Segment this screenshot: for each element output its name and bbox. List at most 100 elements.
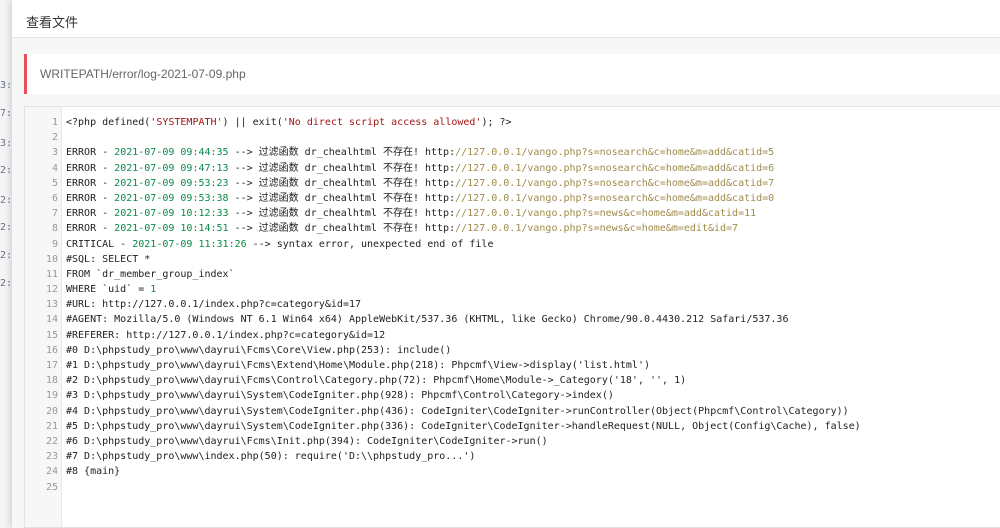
code-line: 13 #URL: http://127.0.0.1/index.php?c=cat… xyxy=(25,297,985,312)
background-fragment: 2: xyxy=(0,250,10,261)
code-text: WHERE `uid` = 1 xyxy=(58,282,156,297)
code-text: #1 D:\phpstudy_pro\www\dayrui\Fcms\Exten… xyxy=(58,358,650,373)
code-token: ERROR - xyxy=(66,147,115,159)
line-number: 24 xyxy=(45,466,58,478)
code-token: WHERE `uid` = xyxy=(66,284,151,296)
code-token: 2021-07-09 11:31:26 xyxy=(132,238,247,250)
code-line: 25 xyxy=(25,480,985,495)
line-number: 13 xyxy=(45,299,58,311)
line-number: 3 xyxy=(51,147,58,159)
code-line: 12 WHERE `uid` = 1 xyxy=(25,282,985,297)
code-token: --> 过滤函数 dr_chealhtml 不存在! http: xyxy=(228,147,456,159)
code-token: --> 过滤函数 dr_chealhtml 不存在! http: xyxy=(228,223,456,235)
code-token: ERROR - xyxy=(66,192,115,204)
background-fragment: 2: xyxy=(0,165,10,176)
line-number: 11 xyxy=(45,268,58,280)
code-line: 10 #SQL: SELECT * xyxy=(25,252,985,267)
code-token: #6 D:\phpstudy_pro\www\dayrui\Fcms\Init.… xyxy=(66,435,548,447)
line-number: 22 xyxy=(45,435,58,447)
code-line: 1 <?php defined('SYSTEMPATH') || exit('No… xyxy=(25,115,985,130)
modal-header: 查看文件 xyxy=(12,0,1000,38)
background-fragment: 3: xyxy=(0,138,10,149)
code-token: ) || exit( xyxy=(222,117,283,128)
code-token: 2021-07-09 10:12:33 xyxy=(114,208,229,220)
line-number: 1 xyxy=(51,117,58,128)
background-fragment: 2: xyxy=(0,195,10,206)
code-line: 2 xyxy=(25,130,985,145)
line-number: 12 xyxy=(45,284,58,296)
code-token: 2021-07-09 09:53:23 xyxy=(114,177,229,189)
code-token: //127.0.0.1/vango.php?s=nosearch&c=home&… xyxy=(455,162,775,174)
code-token: <?php defined( xyxy=(66,117,151,128)
code-line: 11 FROM `dr_member_group_index` xyxy=(25,267,985,282)
code-token: 2021-07-09 09:47:13 xyxy=(114,162,229,174)
code-token: ERROR - xyxy=(66,208,115,220)
code-viewer[interactable]: 1 <?php defined('SYSTEMPATH') || exit('No… xyxy=(24,106,1000,528)
code-text: #AGENT: Mozilla/5.0 (Windows NT 6.1 Win6… xyxy=(58,312,788,327)
line-number: 25 xyxy=(45,481,58,493)
code-text: ERROR - 2021-07-09 09:44:35 --> 过滤函数 dr_… xyxy=(58,145,774,160)
code-text: ERROR - 2021-07-09 09:53:38 --> 过滤函数 dr_… xyxy=(58,191,774,206)
code-token: //127.0.0.1/vango.php?s=nosearch&c=home&… xyxy=(455,147,775,159)
code-token: #0 D:\phpstudy_pro\www\dayrui\Fcms\Core\… xyxy=(66,344,452,356)
code-text: #6 D:\phpstudy_pro\www\dayrui\Fcms\Init.… xyxy=(58,434,548,449)
line-number: 10 xyxy=(45,253,58,265)
code-token: //127.0.0.1/vango.php?s=nosearch&c=home&… xyxy=(455,177,775,189)
code-line: 19 #3 D:\phpstudy_pro\www\dayrui\System\C… xyxy=(25,388,985,403)
line-number: 21 xyxy=(45,420,58,432)
line-number: 6 xyxy=(51,192,58,204)
code-line: 8 ERROR - 2021-07-09 10:14:51 --> 过滤函数 dr… xyxy=(25,221,985,236)
code-token: //127.0.0.1/vango.php?s=news&c=home&m=ed… xyxy=(455,223,739,235)
code-line: 21 #5 D:\phpstudy_pro\www\dayrui\System\C… xyxy=(25,419,985,434)
code-token: ERROR - xyxy=(66,177,115,189)
modal-title: 查看文件 xyxy=(26,15,79,30)
code-token: ERROR - xyxy=(66,162,115,174)
code-token: --> syntax error, unexpected end of file xyxy=(246,238,494,250)
code-text: #8 {main} xyxy=(58,464,120,479)
code-token: #5 D:\phpstudy_pro\www\dayrui\System\Cod… xyxy=(66,420,861,432)
code-token: #REFERER: http://127.0.0.1/index.php?c=c… xyxy=(66,329,386,341)
code-line: 7 ERROR - 2021-07-09 10:12:33 --> 过滤函数 dr… xyxy=(25,206,985,221)
line-number: 23 xyxy=(45,451,58,463)
code-token: #AGENT: Mozilla/5.0 (Windows NT 6.1 Win6… xyxy=(66,314,789,326)
code-token: #2 D:\phpstudy_pro\www\dayrui\Fcms\Contr… xyxy=(66,375,687,387)
code-line: 15 #REFERER: http://127.0.0.1/index.php?c… xyxy=(25,328,985,343)
line-number: 5 xyxy=(51,177,58,189)
code-text: #5 D:\phpstudy_pro\www\dayrui\System\Cod… xyxy=(58,419,861,434)
line-number: 19 xyxy=(45,390,58,402)
line-number: 17 xyxy=(45,360,58,371)
line-number: 8 xyxy=(51,223,58,235)
code-token: #URL: http://127.0.0.1/index.php?c=categ… xyxy=(66,299,362,311)
code-text: ERROR - 2021-07-09 10:14:51 --> 过滤函数 dr_… xyxy=(58,221,738,236)
code-line: 17 #1 D:\phpstudy_pro\www\dayrui\Fcms\Ext… xyxy=(25,358,985,373)
code-line: 24 #8 {main} xyxy=(25,464,985,479)
line-number: 16 xyxy=(45,344,58,356)
code-token: //127.0.0.1/vango.php?s=nosearch&c=home&… xyxy=(455,192,775,204)
line-number: 4 xyxy=(51,162,58,174)
code-text: ERROR - 2021-07-09 10:12:33 --> 过滤函数 dr_… xyxy=(58,206,756,221)
code-text: #3 D:\phpstudy_pro\www\dayrui\System\Cod… xyxy=(58,388,614,403)
code-line: 20 #4 D:\phpstudy_pro\www\dayrui\System\C… xyxy=(25,404,985,419)
code-token: --> 过滤函数 dr_chealhtml 不存在! http: xyxy=(228,162,456,174)
background-fragment: 2: xyxy=(0,222,10,233)
file-viewer-modal: 查看文件 WRITEPATH/error/log-2021-07-09.php … xyxy=(12,0,1000,528)
code-token: #8 {main} xyxy=(66,466,121,478)
code-text: #0 D:\phpstudy_pro\www\dayrui\Fcms\Core\… xyxy=(58,343,451,358)
background-fragment: 2: xyxy=(0,278,10,289)
code-token: --> 过滤函数 dr_chealhtml 不存在! http: xyxy=(228,192,456,204)
code-token: #1 D:\phpstudy_pro\www\dayrui\Fcms\Exten… xyxy=(66,360,650,371)
code-line: 23 #7 D:\phpstudy_pro\www\index.php(50): … xyxy=(25,449,985,464)
code-line: 18 #2 D:\phpstudy_pro\www\dayrui\Fcms\Con… xyxy=(25,373,985,388)
file-path-box: WRITEPATH/error/log-2021-07-09.php xyxy=(24,54,1000,94)
code-text: #URL: http://127.0.0.1/index.php?c=categ… xyxy=(58,297,361,312)
code-token: FROM `dr_member_group_index` xyxy=(66,268,235,280)
code-line: 6 ERROR - 2021-07-09 09:53:38 --> 过滤函数 dr… xyxy=(25,191,985,206)
code-text: #7 D:\phpstudy_pro\www\index.php(50): re… xyxy=(58,449,475,464)
code-text: #4 D:\phpstudy_pro\www\dayrui\System\Cod… xyxy=(58,404,849,419)
code-token: 1 xyxy=(150,284,157,296)
line-number: 20 xyxy=(45,405,58,417)
code-line: 16 #0 D:\phpstudy_pro\www\dayrui\Fcms\Cor… xyxy=(25,343,985,358)
code-token: ERROR - xyxy=(66,223,115,235)
